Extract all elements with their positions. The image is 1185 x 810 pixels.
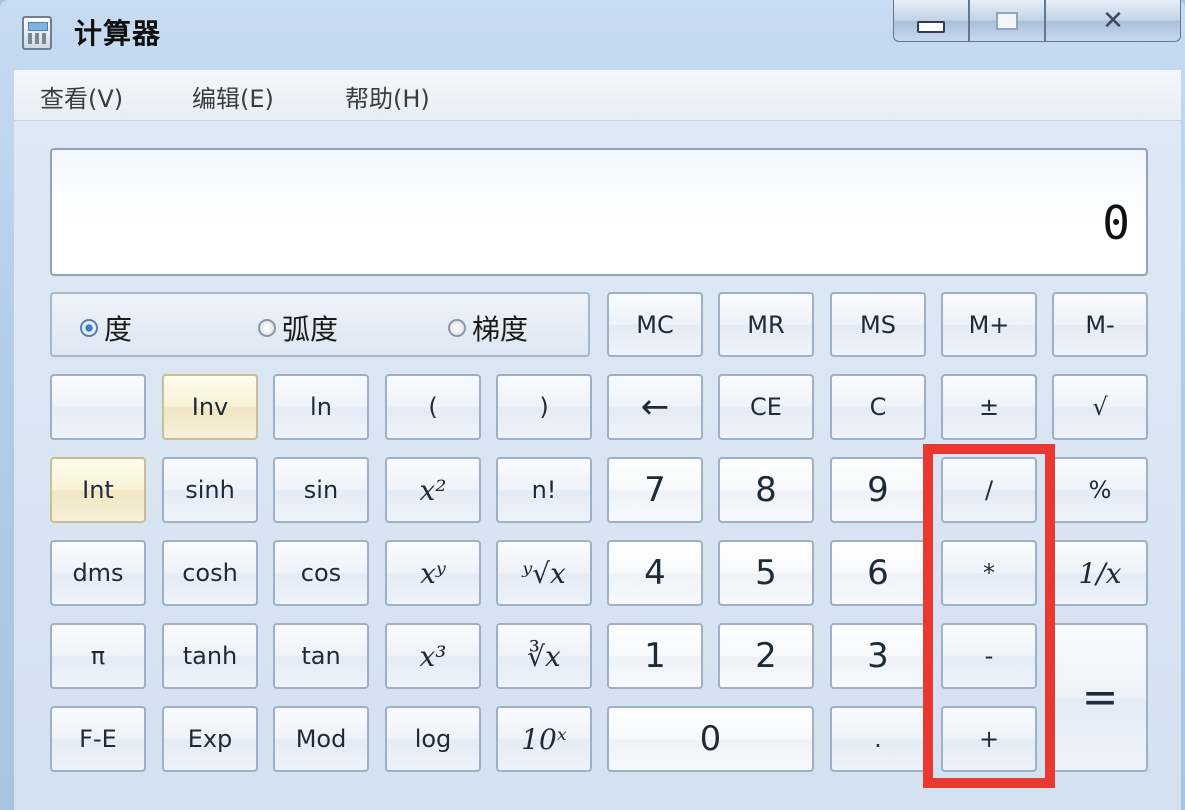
digit-7-button[interactable]: 7	[607, 457, 703, 523]
backspace-button[interactable]: ←	[607, 374, 703, 440]
factorial-button[interactable]: n!	[496, 457, 592, 523]
integer-button[interactable]: Int	[50, 457, 146, 523]
clear-entry-button[interactable]: CE	[718, 374, 814, 440]
mod-button[interactable]: Mod	[273, 706, 369, 772]
close-button[interactable]: ✕	[1045, 0, 1181, 42]
divide-button[interactable]: /	[941, 457, 1037, 523]
log-button[interactable]: log	[385, 706, 481, 772]
memory-clear-button[interactable]: MC	[607, 292, 703, 357]
sinh-button[interactable]: sinh	[162, 457, 258, 523]
radio-unselected-icon	[448, 319, 466, 337]
digit-2-button[interactable]: 2	[718, 623, 814, 689]
clear-button[interactable]: C	[830, 374, 926, 440]
calculator-app-icon	[22, 16, 52, 50]
digit-8-button[interactable]: 8	[718, 457, 814, 523]
open-paren-button[interactable]: (	[385, 374, 481, 440]
blank-button[interactable]	[50, 374, 146, 440]
digit-6-button[interactable]: 6	[830, 540, 926, 606]
power-button[interactable]: xʸ	[385, 540, 481, 606]
menu-help[interactable]: 帮助(H)	[345, 79, 430, 114]
menu-view[interactable]: 查看(V)	[40, 79, 123, 114]
dms-button[interactable]: dms	[50, 540, 146, 606]
cube-root-button[interactable]: ∛x	[496, 623, 592, 689]
square-button[interactable]: x²	[385, 457, 481, 523]
tan-button[interactable]: tan	[273, 623, 369, 689]
pi-button[interactable]: π	[50, 623, 146, 689]
equals-button[interactable]: =	[1052, 623, 1148, 772]
title-bar[interactable]: 计算器 ✕	[0, 0, 1185, 66]
angle-mode-group: 度 弧度 梯度	[50, 292, 590, 357]
radio-degrees[interactable]: 度	[80, 308, 132, 348]
menu-bar: 查看(V) 编辑(E) 帮助(H)	[14, 70, 1181, 121]
radio-unselected-icon	[258, 319, 276, 337]
radio-selected-icon	[80, 319, 98, 337]
multiply-button[interactable]: *	[941, 540, 1037, 606]
ten-power-button[interactable]: 10ˣ	[496, 706, 592, 772]
digit-5-button[interactable]: 5	[718, 540, 814, 606]
digit-4-button[interactable]: 4	[607, 540, 703, 606]
menu-edit[interactable]: 编辑(E)	[192, 79, 274, 114]
window-title: 计算器	[74, 17, 162, 50]
digit-1-button[interactable]: 1	[607, 623, 703, 689]
radio-radians[interactable]: 弧度	[258, 308, 338, 348]
memory-add-button[interactable]: M+	[941, 292, 1037, 357]
ln-button[interactable]: ln	[273, 374, 369, 440]
subtract-button[interactable]: -	[941, 623, 1037, 689]
close-icon: ✕	[1102, 5, 1124, 36]
backspace-arrow-icon: ←	[640, 387, 670, 427]
reciprocal-button[interactable]: 1/x	[1052, 540, 1148, 606]
maximize-icon	[996, 11, 1018, 30]
digit-9-button[interactable]: 9	[830, 457, 926, 523]
inverse-button[interactable]: Inv	[162, 374, 258, 440]
memory-recall-button[interactable]: MR	[718, 292, 814, 357]
yth-root-button[interactable]: ʸ√x	[496, 540, 592, 606]
maximize-button[interactable]	[969, 0, 1045, 42]
add-button[interactable]: +	[941, 706, 1037, 772]
negate-button[interactable]: ±	[941, 374, 1037, 440]
minimize-button[interactable]	[893, 0, 969, 42]
decimal-button[interactable]: .	[830, 706, 926, 772]
square-root-button[interactable]: √	[1052, 374, 1148, 440]
digit-3-button[interactable]: 3	[830, 623, 926, 689]
memory-subtract-button[interactable]: M-	[1052, 292, 1148, 357]
close-paren-button[interactable]: )	[496, 374, 592, 440]
digit-0-button[interactable]: 0	[607, 706, 814, 772]
radio-label-radians: 弧度	[282, 313, 339, 346]
radio-label-degrees: 度	[104, 313, 133, 346]
radio-label-gradians: 梯度	[472, 313, 529, 346]
cube-button[interactable]: x³	[385, 623, 481, 689]
percent-button[interactable]: %	[1052, 457, 1148, 523]
radio-gradians[interactable]: 梯度	[448, 308, 528, 348]
sin-button[interactable]: sin	[273, 457, 369, 523]
result-display: 0	[50, 148, 1148, 276]
minimize-icon	[917, 20, 945, 33]
cosh-button[interactable]: cosh	[162, 540, 258, 606]
scientific-notation-button[interactable]: F-E	[50, 706, 146, 772]
exp-button[interactable]: Exp	[162, 706, 258, 772]
tanh-button[interactable]: tanh	[162, 623, 258, 689]
cos-button[interactable]: cos	[273, 540, 369, 606]
display-value: 0	[1102, 196, 1130, 250]
calculator-window: 计算器 ✕ 查看(V) 编辑(E) 帮助(H) 0 度 弧度 梯度 MC MR …	[0, 0, 1185, 810]
memory-store-button[interactable]: MS	[830, 292, 926, 357]
